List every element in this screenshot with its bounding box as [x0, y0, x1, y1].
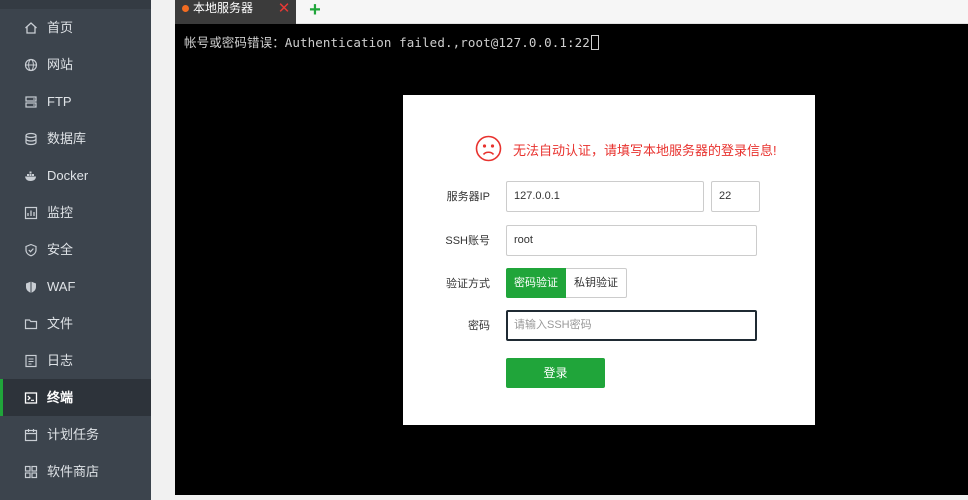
sidebar-item-ftp[interactable]: FTP [0, 83, 151, 120]
sidebar-item-label: 安全 [47, 242, 74, 257]
sidebar: 首页 网站 FTP 数据库 Docker 监控 安全 WAF 文件 日志 终端 … [0, 0, 151, 500]
ssh-login-dialog: 无法自动认证，请填写本地服务器的登录信息! 服务器IP 127.0.0.1 22… [403, 95, 815, 425]
sidebar-item-label: Docker [47, 168, 89, 183]
tab-local-server[interactable]: 本地服务器 ✕ [175, 0, 296, 24]
waf-shield-icon [24, 280, 38, 294]
docker-icon [24, 169, 38, 183]
content-gutter [151, 0, 175, 500]
ftp-icon [24, 95, 38, 109]
sad-face-icon [475, 135, 502, 162]
monitor-icon [24, 206, 38, 220]
sidebar-item-label: WAF [47, 279, 76, 294]
server-ip-input[interactable]: 127.0.0.1 [506, 181, 704, 212]
sidebar-item-label: 终端 [47, 390, 74, 405]
sidebar-item-label: 软件商店 [47, 464, 100, 479]
terminal-tabbar: 本地服务器 ✕ + [175, 0, 968, 24]
key-auth-button[interactable]: 私钥验证 [566, 268, 627, 298]
apps-icon [24, 465, 38, 479]
sidebar-item-label: 文件 [47, 316, 74, 331]
port-input[interactable]: 22 [711, 181, 760, 212]
sidebar-item-label: 网站 [47, 57, 74, 72]
password-auth-button[interactable]: 密码验证 [506, 268, 566, 298]
sidebar-item-waf[interactable]: WAF [0, 268, 151, 305]
globe-icon [24, 58, 38, 72]
sidebar-item-security[interactable]: 安全 [0, 231, 151, 268]
password-input[interactable]: 请输入SSH密码 [506, 310, 757, 341]
password-label: 密码 [468, 320, 490, 332]
sidebar-item-label: 数据库 [47, 131, 87, 146]
sidebar-item-label: 日志 [47, 353, 74, 368]
terminal-output-text: 帐号或密码错误：Authentication failed.,root@127.… [184, 35, 590, 50]
home-icon [24, 21, 38, 35]
account-label: SSH账号 [445, 235, 490, 247]
close-icon[interactable]: ✕ [277, 0, 291, 17]
sidebar-item-docker[interactable]: Docker [0, 157, 151, 194]
sidebar-item-monitor[interactable]: 监控 [0, 194, 151, 231]
sidebar-item-database[interactable]: 数据库 [0, 120, 151, 157]
ip-label: 服务器IP [446, 191, 490, 203]
sidebar-item-appstore[interactable]: 软件商店 [0, 453, 151, 490]
sidebar-item-terminal[interactable]: 终端 [0, 379, 151, 416]
auth-method-label: 验证方式 [446, 278, 490, 290]
status-dot-icon [182, 5, 189, 12]
bottom-strip [175, 495, 968, 500]
sidebar-top-strip [0, 0, 151, 9]
log-icon [24, 354, 38, 368]
sidebar-item-logs[interactable]: 日志 [0, 342, 151, 379]
folder-icon [24, 317, 38, 331]
database-icon [24, 132, 38, 146]
calendar-icon [24, 428, 38, 442]
tab-label: 本地服务器 [193, 1, 254, 15]
sidebar-item-website[interactable]: 网站 [0, 46, 151, 83]
add-tab-button[interactable]: + [305, 0, 325, 21]
sidebar-item-label: 首页 [47, 20, 74, 35]
sidebar-item-label: FTP [47, 94, 72, 109]
terminal-icon [24, 391, 38, 405]
sidebar-item-label: 计划任务 [47, 427, 100, 442]
sidebar-item-home[interactable]: 首页 [0, 9, 151, 46]
terminal-output-line: 帐号或密码错误：Authentication failed.,root@127.… [184, 32, 599, 51]
terminal-cursor [590, 35, 599, 50]
sidebar-item-files[interactable]: 文件 [0, 305, 151, 342]
shield-icon [24, 243, 38, 257]
sidebar-item-cron[interactable]: 计划任务 [0, 416, 151, 453]
ssh-account-input[interactable]: root [506, 225, 757, 256]
sidebar-item-label: 监控 [47, 205, 74, 220]
login-button[interactable]: 登录 [506, 358, 605, 388]
error-message: 无法自动认证，请填写本地服务器的登录信息! [513, 143, 777, 158]
